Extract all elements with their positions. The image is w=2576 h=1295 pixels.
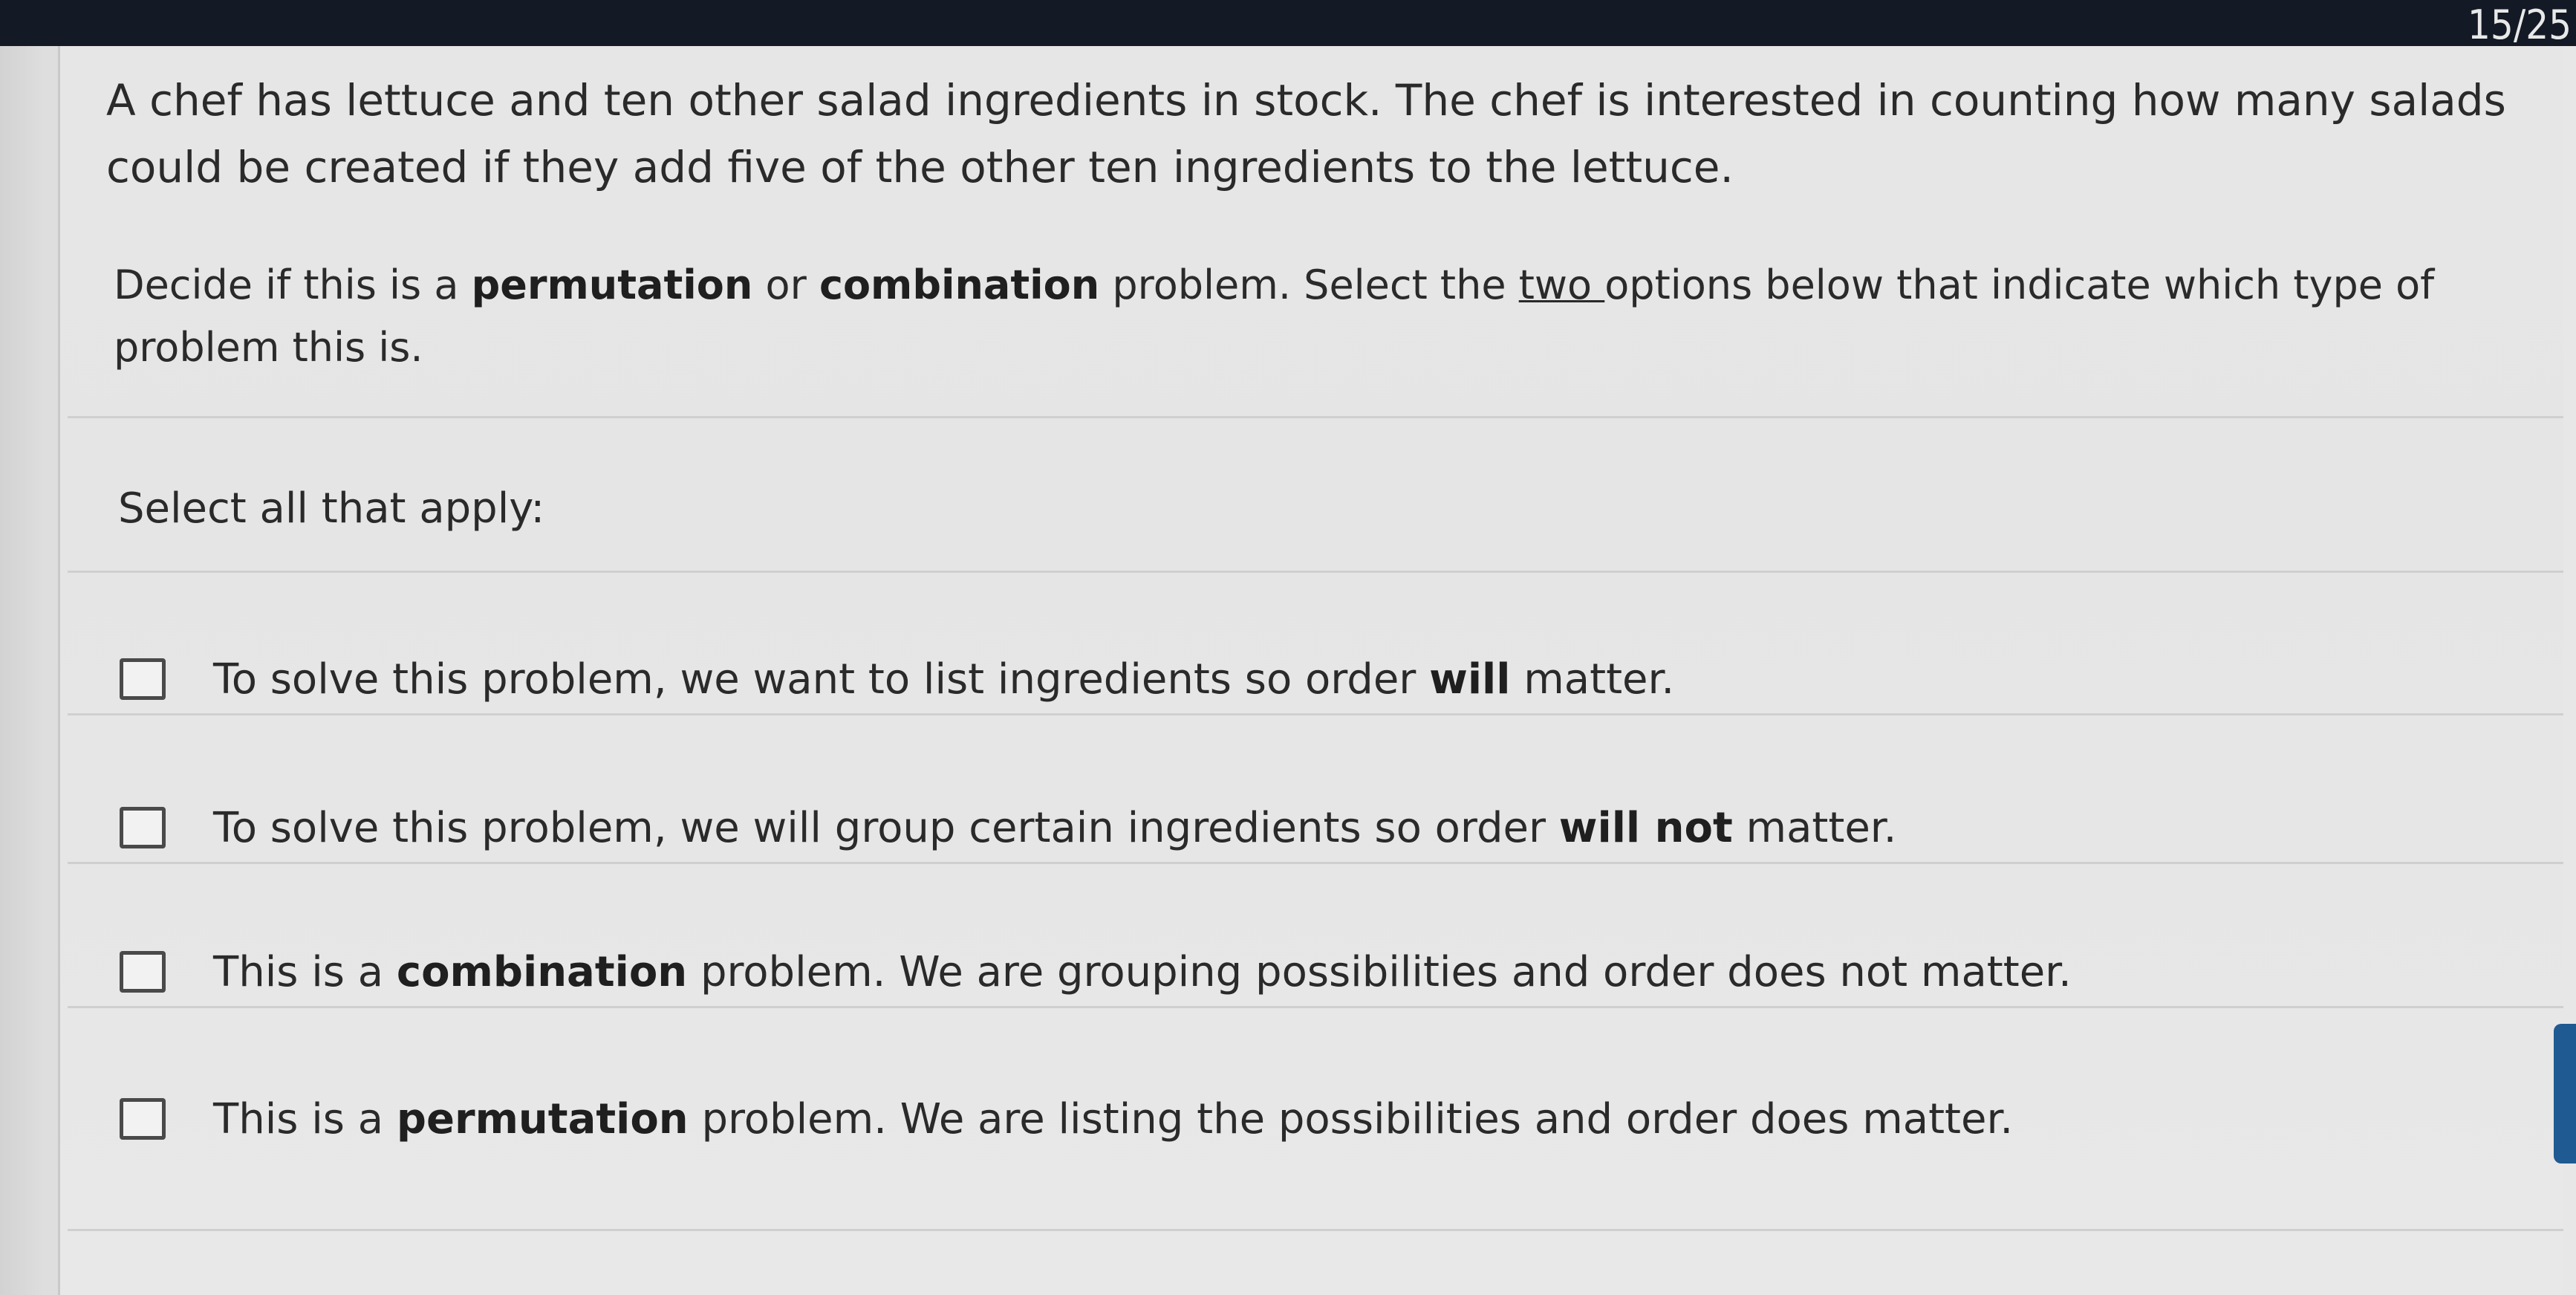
divider: [68, 1229, 2563, 1231]
instruction-text: or: [752, 262, 819, 308]
option-label: This is a permutation problem. We are li…: [213, 1094, 2014, 1143]
divider: [68, 713, 2563, 715]
instruction-bold-combination: combination: [819, 262, 1100, 308]
instruction-text: Decide if this is a: [114, 262, 472, 308]
divider: [68, 571, 2563, 573]
instruction-text: problem. Select the: [1099, 262, 1519, 308]
instruction-underlined-two: two: [1518, 262, 1605, 308]
select-all-label: Select all that apply:: [118, 484, 545, 533]
answer-option-2[interactable]: To solve this problem, we will group cer…: [120, 783, 2497, 872]
question-counter: 15/25: [2468, 1, 2572, 48]
question-card: A chef has lettuce and ten other salad i…: [58, 46, 2563, 1295]
question-area: A chef has lettuce and ten other salad i…: [0, 46, 2576, 1295]
question-instruction: Decide if this is a permutation or combi…: [114, 254, 2528, 379]
top-bar: 15/25: [0, 0, 2576, 48]
option-label: This is a combination problem. We are gr…: [213, 947, 2072, 996]
answer-option-3[interactable]: This is a combination problem. We are gr…: [120, 927, 2497, 1016]
question-stem: A chef has lettuce and ten other salad i…: [106, 75, 2506, 192]
divider: [68, 416, 2563, 418]
option-label: To solve this problem, we will group cer…: [213, 803, 1897, 852]
side-tab[interactable]: [2554, 1024, 2576, 1163]
divider: [68, 1006, 2563, 1008]
answer-option-1[interactable]: To solve this problem, we want to list i…: [120, 634, 2497, 724]
instruction-bold-permutation: permutation: [471, 262, 753, 308]
checkbox[interactable]: [120, 951, 166, 993]
option-label: To solve this problem, we want to list i…: [213, 655, 1675, 704]
checkbox[interactable]: [120, 807, 166, 848]
checkbox[interactable]: [120, 658, 166, 700]
divider: [68, 862, 2563, 864]
checkbox[interactable]: [120, 1098, 166, 1140]
answer-option-4[interactable]: This is a permutation problem. We are li…: [120, 1074, 2497, 1163]
